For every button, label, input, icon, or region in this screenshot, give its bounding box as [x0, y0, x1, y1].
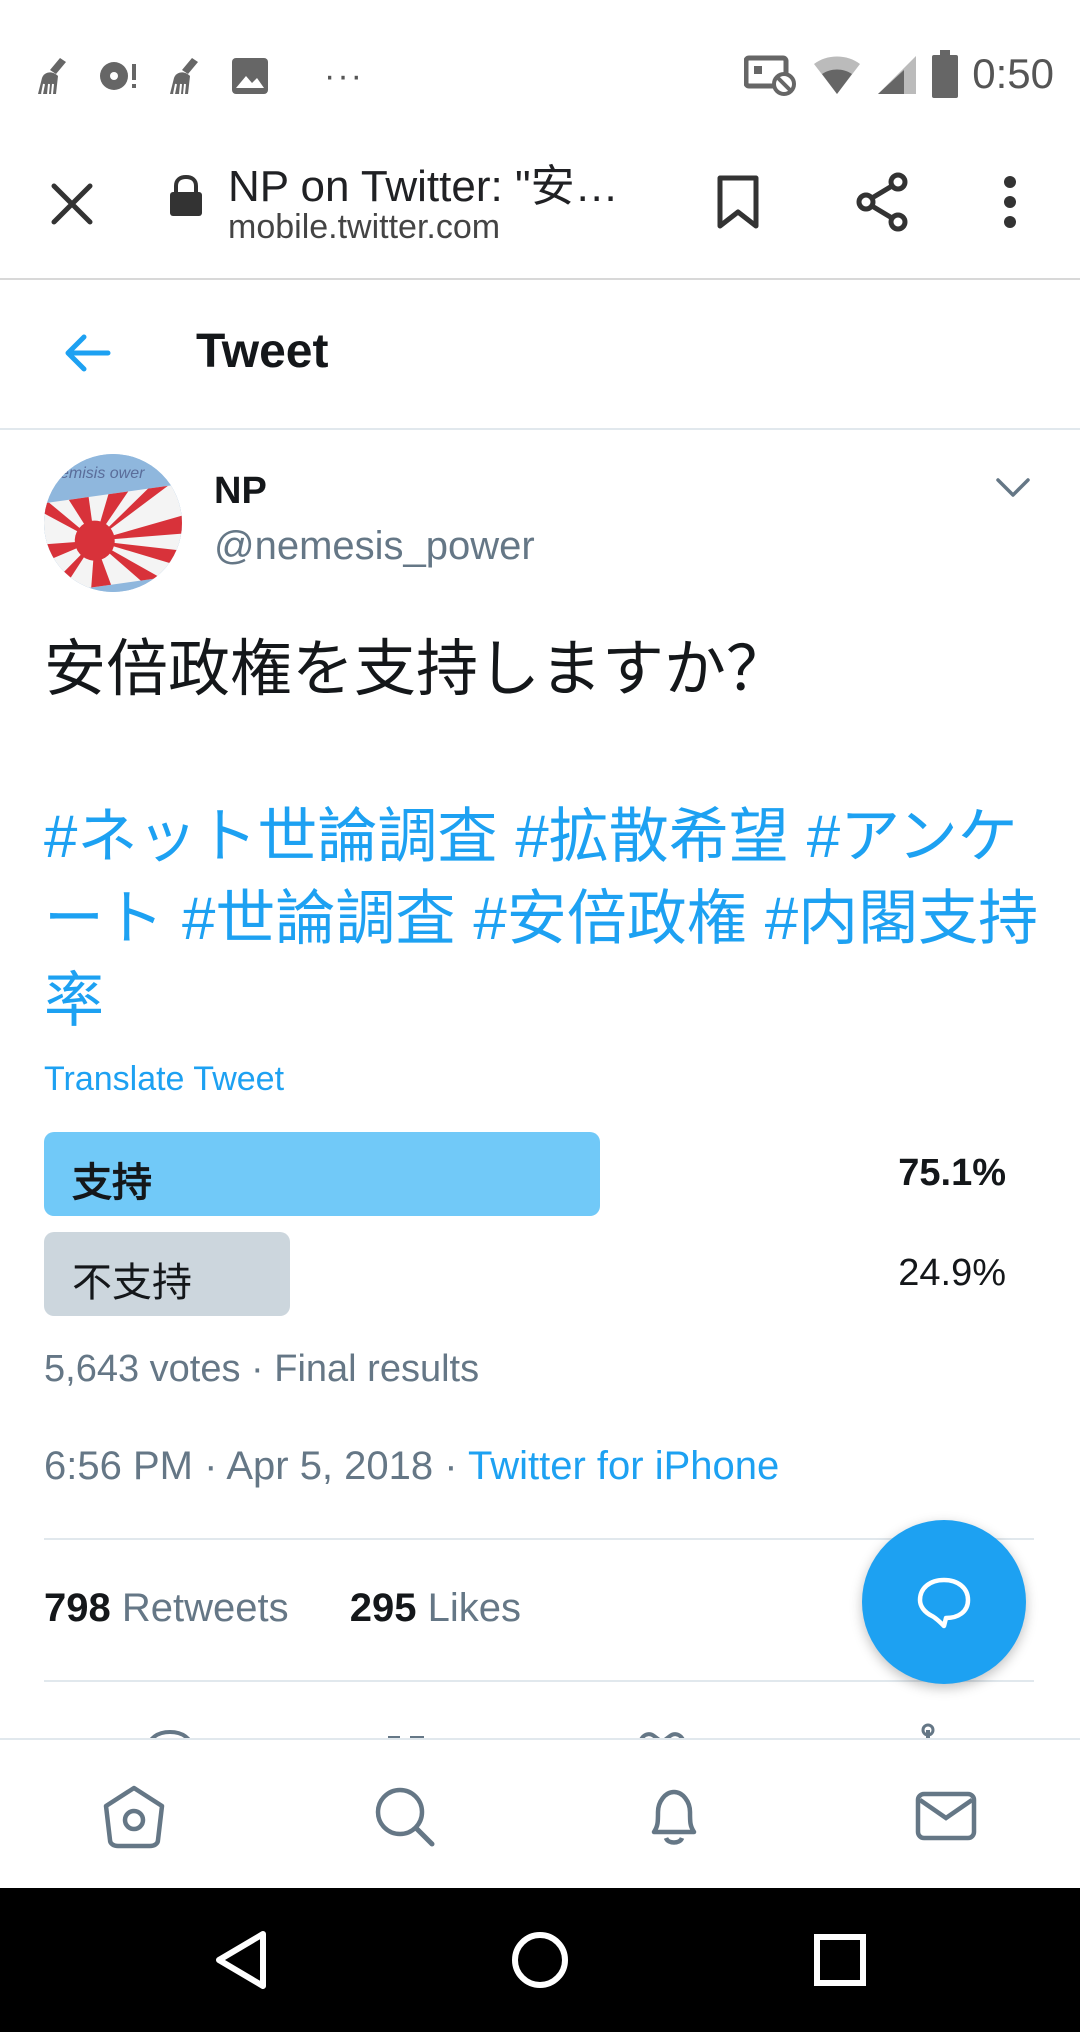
- tweet-date: Apr 5, 2018: [226, 1444, 434, 1488]
- clock: 0:50: [972, 50, 1054, 97]
- likes-label: Likes: [427, 1586, 522, 1630]
- tweet-header: Tweet: [0, 282, 1080, 430]
- translate-tweet-link[interactable]: Translate Tweet: [44, 1060, 284, 1099]
- disc-alert-icon: [96, 54, 140, 98]
- search-icon: [375, 1787, 435, 1847]
- status-bar: ··· 0:50: [0, 0, 1080, 140]
- author-handle[interactable]: @nemesis_power: [214, 524, 535, 569]
- system-nav-bar: [0, 1888, 1080, 2032]
- likes-count: 295: [349, 1586, 417, 1630]
- separator: ·: [444, 1444, 458, 1488]
- hashtags: #ネット世論調査 #拡散希望 #アンケート #世論調査 #安倍政権 #内閣支持率: [44, 796, 1044, 1042]
- share-icon: [856, 172, 908, 232]
- close-button[interactable]: [40, 172, 104, 236]
- tweet-timestamp: 6:56 PM · Apr 5, 2018 · Twitter for iPho…: [44, 1444, 779, 1489]
- status-bar-system: 0:50: [744, 50, 1054, 98]
- avatar-watermark: emisis ower: [60, 465, 145, 482]
- more-options-button[interactable]: [970, 162, 1050, 242]
- back-button[interactable]: [52, 318, 122, 388]
- broom-icon: [162, 54, 206, 98]
- wifi-icon: [814, 56, 861, 94]
- nav-back-button[interactable]: [205, 1924, 277, 1996]
- reply-bubble-icon: [917, 1577, 971, 1629]
- poll-option-label: 不支持: [72, 1261, 192, 1305]
- nav-home-button[interactable]: [504, 1924, 576, 1996]
- like-icon[interactable]: [632, 1720, 692, 1740]
- avatar[interactable]: emisis ower: [44, 454, 182, 592]
- notifications-icon: [651, 1789, 697, 1845]
- arrow-left-icon: [65, 334, 111, 372]
- poll-option: 支持 75.1%: [44, 1132, 1044, 1216]
- separator: ·: [204, 1444, 218, 1488]
- back-icon: [216, 1931, 266, 1989]
- chevron-down-icon: [996, 478, 1030, 497]
- tweet-stats: 798 Retweets 295 Likes: [44, 1586, 521, 1631]
- bookmark-icon: [717, 175, 759, 229]
- retweet-icon[interactable]: [380, 1720, 440, 1740]
- page-url[interactable]: mobile.twitter.com: [228, 208, 500, 247]
- retweets-count: 798: [44, 1586, 111, 1630]
- signal-icon: [878, 56, 917, 94]
- likes-stat[interactable]: 295 Likes: [350, 1586, 521, 1630]
- poll-option-label: 支持: [72, 1161, 152, 1205]
- tweet-text: 安倍政権を支持しますか？: [44, 635, 789, 704]
- divider: [44, 1538, 1034, 1540]
- more-vert-icon: [1004, 176, 1016, 228]
- author-name[interactable]: NP: [214, 470, 267, 513]
- battery-icon: [932, 50, 959, 98]
- poll-option-percent: 75.1%: [898, 1152, 1006, 1194]
- hashtag-link[interactable]: #安倍政権: [473, 885, 746, 952]
- reply-icon[interactable]: [140, 1720, 200, 1740]
- hashtag-link[interactable]: #世論調査: [182, 885, 455, 952]
- home-icon: [512, 1932, 568, 1988]
- hashtag-link[interactable]: #ネット世論調査: [44, 803, 497, 870]
- bottom-tab-bar: [0, 1738, 1080, 1888]
- compose-reply-button[interactable]: [862, 1520, 1026, 1684]
- home-icon: [103, 1785, 165, 1849]
- messages-icon: [915, 1791, 977, 1841]
- tweet-source-link[interactable]: Twitter for iPhone: [468, 1444, 779, 1488]
- retweets-label: Retweets: [121, 1586, 289, 1630]
- tab-home[interactable]: [98, 1780, 170, 1852]
- tab-messages[interactable]: [910, 1780, 982, 1852]
- tab-notifications[interactable]: [638, 1780, 710, 1852]
- poll-votes-summary: 5,643 votes · Final results: [44, 1348, 480, 1390]
- status-overflow: ···: [324, 57, 364, 95]
- share-button[interactable]: [842, 162, 922, 242]
- bookmark-button[interactable]: [698, 162, 778, 242]
- browser-toolbar: NP on Twitter: "安… mobile.twitter.com: [0, 140, 1080, 280]
- hashtag-link[interactable]: #拡散希望: [515, 803, 788, 870]
- page-title[interactable]: NP on Twitter: "安…: [228, 150, 648, 214]
- lock-icon: [170, 174, 202, 216]
- image-icon: [228, 54, 272, 98]
- recents-icon: [814, 1934, 866, 1986]
- status-bar-notifications: ···: [30, 54, 364, 98]
- nav-recents-button[interactable]: [804, 1924, 876, 1996]
- divider: [44, 1680, 1034, 1682]
- poll-option: 不支持 24.9%: [44, 1232, 1044, 1316]
- header-title: Tweet: [196, 325, 329, 378]
- broom-icon: [30, 54, 74, 98]
- tweet-time: 6:56 PM: [44, 1444, 193, 1488]
- poll-option-percent: 24.9%: [898, 1252, 1006, 1294]
- tab-search[interactable]: [368, 1780, 440, 1852]
- close-icon: [51, 183, 93, 225]
- share-tweet-icon[interactable]: [898, 1720, 958, 1740]
- retweets-stat[interactable]: 798 Retweets: [44, 1586, 289, 1630]
- tweet-menu-button[interactable]: [990, 470, 1036, 506]
- cast-off-icon: [744, 55, 797, 96]
